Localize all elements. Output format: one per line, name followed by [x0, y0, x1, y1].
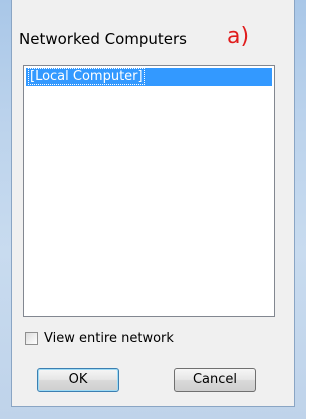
- dialog-title: Networked Computers: [19, 30, 187, 48]
- annotation-label: a): [227, 24, 250, 49]
- ok-button[interactable]: OK: [37, 368, 119, 392]
- list-item-label: [Local Computer]: [28, 68, 145, 85]
- dialog-window-frame: Networked Computers a) [Local Computer] …: [0, 0, 306, 419]
- computer-listbox[interactable]: [Local Computer]: [23, 65, 275, 317]
- cancel-button[interactable]: Cancel: [174, 368, 256, 392]
- view-entire-network-row[interactable]: View entire network: [25, 329, 174, 347]
- view-entire-network-checkbox[interactable]: [25, 331, 38, 345]
- list-item-local-computer[interactable]: [Local Computer]: [26, 68, 272, 86]
- view-entire-network-label[interactable]: View entire network: [44, 331, 174, 346]
